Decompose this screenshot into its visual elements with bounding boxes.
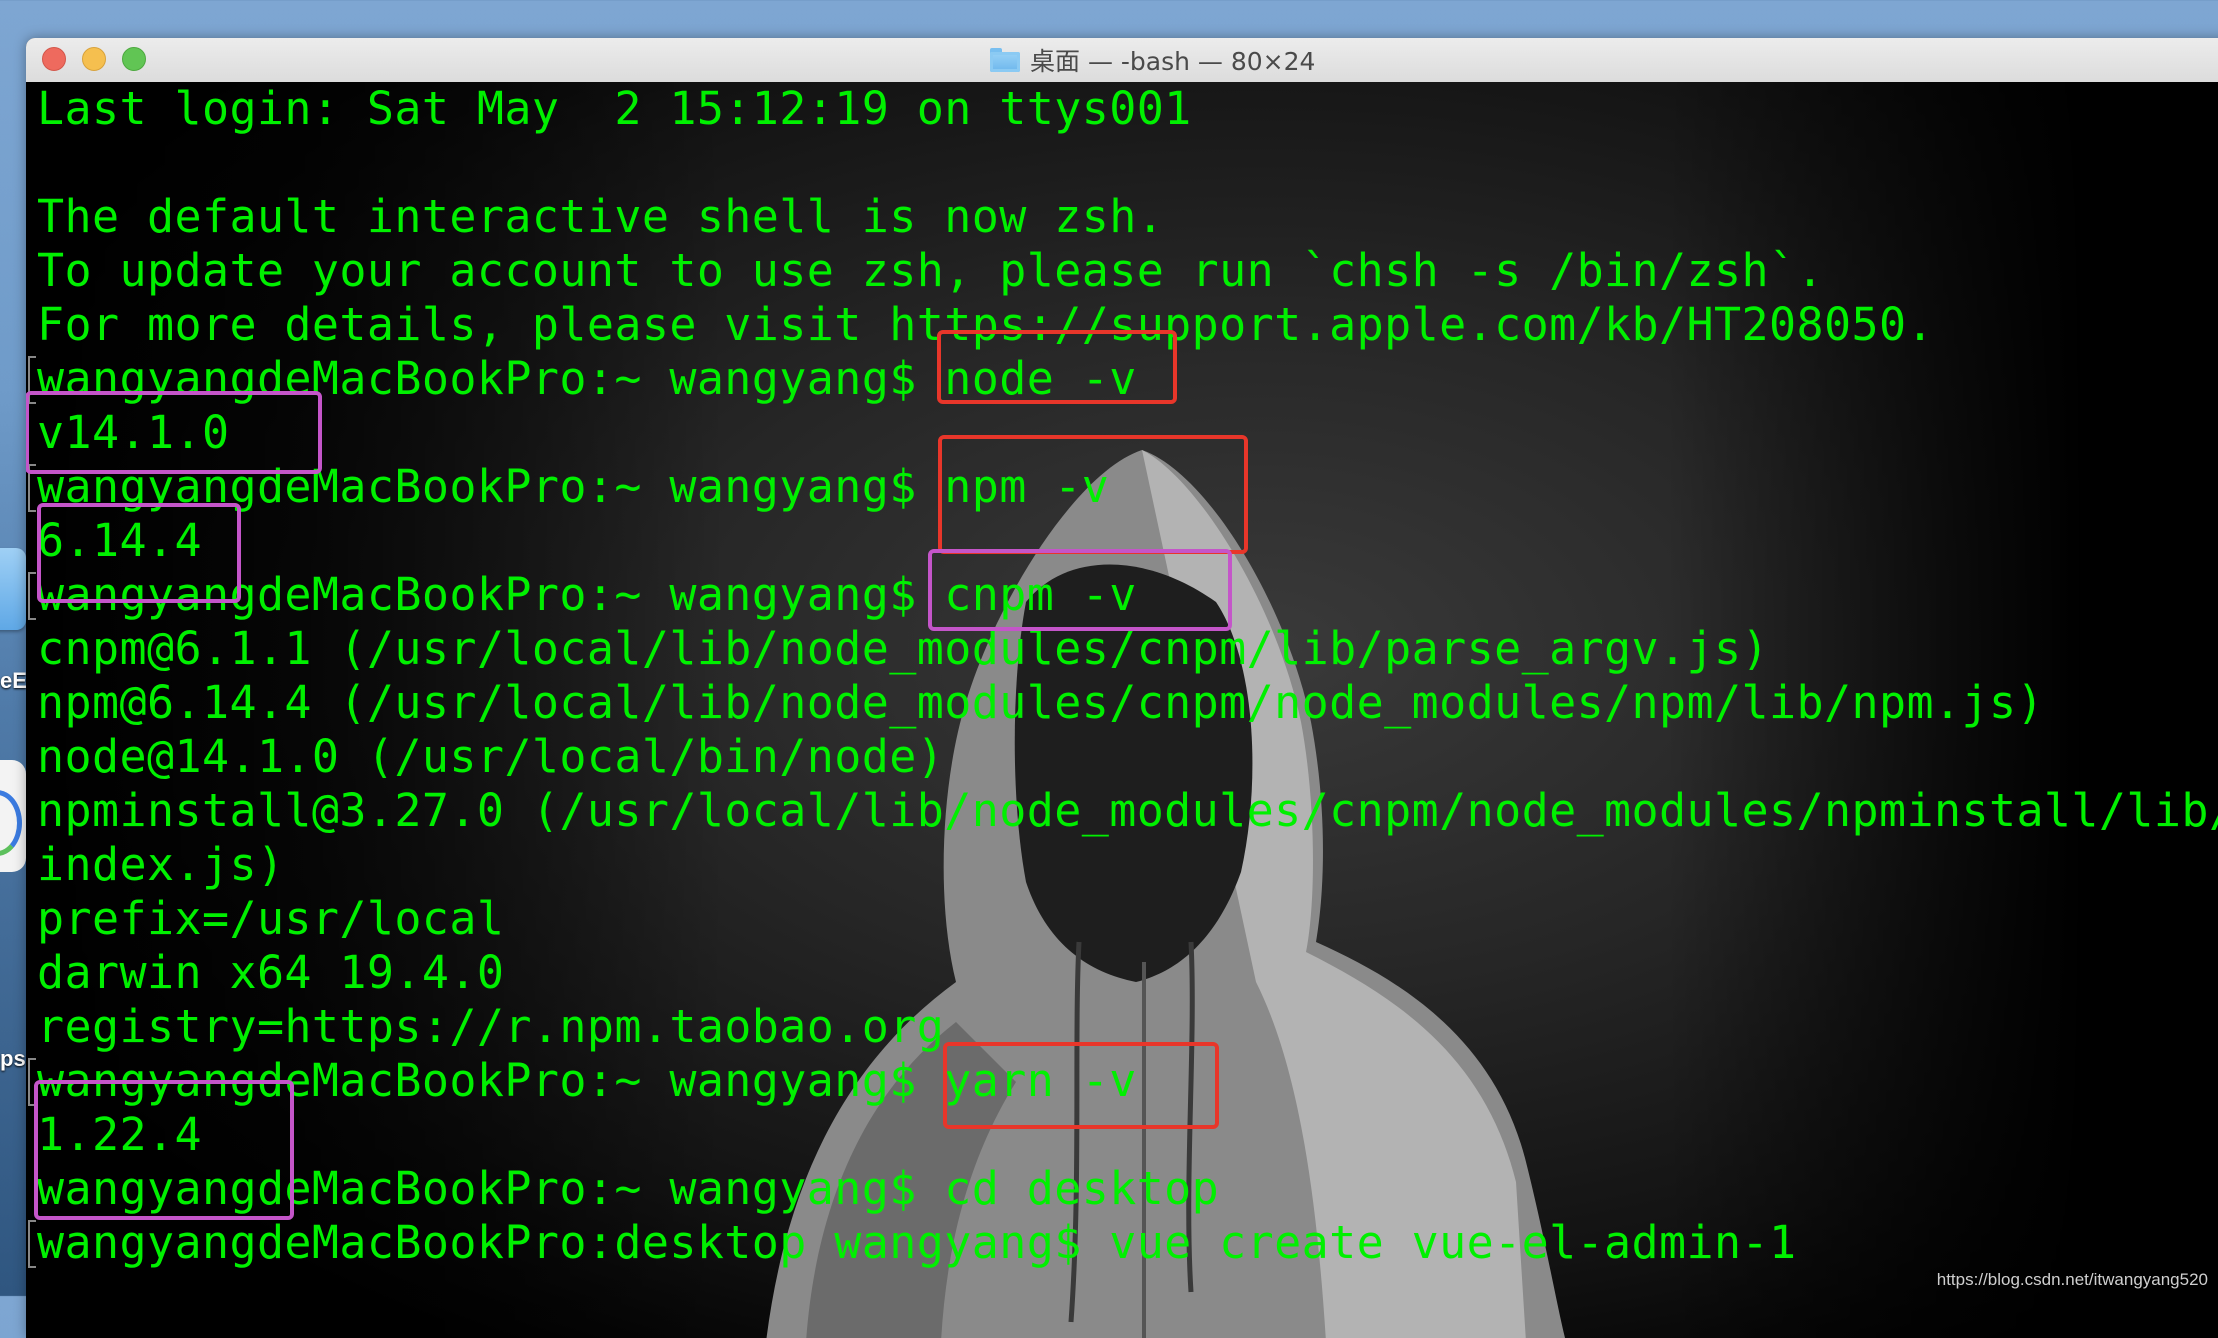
prompt-mark: [28, 572, 36, 620]
terminal-prompt-line: wangyangdeMacBookPro:desktop wangyang$ v…: [37, 1216, 1797, 1269]
annotation-box-yarn-command: [943, 1042, 1219, 1129]
desktop-folder-icon[interactable]: [0, 548, 26, 630]
desktop-app-icon[interactable]: [0, 760, 26, 872]
folder-icon: [990, 48, 1020, 72]
title-bar[interactable]: 桌面 — -bash — 80×24: [26, 38, 2218, 83]
terminal-line: npminstall@3.27.0 (/usr/local/lib/node_m…: [37, 784, 2218, 837]
window-title: 桌面 — -bash — 80×24: [990, 44, 1315, 76]
terminal-line: index.js): [37, 838, 285, 891]
terminal-line: prefix=/usr/local: [37, 892, 505, 945]
close-button[interactable]: [42, 47, 66, 71]
terminal-line: npm@6.14.4 (/usr/local/lib/node_modules/…: [37, 676, 2044, 729]
annotation-box-cnpm-command: [928, 549, 1232, 631]
prompt-mark: [28, 1220, 36, 1268]
zoom-button[interactable]: [122, 47, 146, 71]
terminal-line: The default interactive shell is now zsh…: [37, 190, 1165, 243]
terminal-window: 桌面 — -bash — 80×24 Last login: Sat May 2…: [26, 38, 2218, 1338]
annotation-box-yarn-version: [34, 1080, 294, 1220]
terminal-line: Last login: Sat May 2 15:12:19 on ttys00…: [37, 82, 1192, 135]
annotation-box-npm-version: [37, 503, 241, 603]
desktop-icon-label: eE: [0, 668, 27, 693]
terminal-line: node@14.1.0 (/usr/local/bin/node): [37, 730, 945, 783]
annotation-box-node-version: [26, 391, 322, 474]
annotation-box-npm-command: [938, 435, 1248, 554]
terminal-line: To update your account to use zsh, pleas…: [37, 244, 1824, 297]
window-title-text: 桌面 — -bash — 80×24: [1030, 47, 1316, 76]
terminal-prompt-line: wangyangdeMacBookPro:~ wangyang$ cd desk…: [37, 1162, 1220, 1215]
terminal-line: darwin x64 19.4.0: [37, 946, 505, 999]
annotation-box-node-command: [937, 330, 1177, 404]
terminal-content[interactable]: Last login: Sat May 2 15:12:19 on ttys00…: [26, 82, 2218, 1338]
watermark: https://blog.csdn.net/itwangyang520: [1936, 1270, 2208, 1289]
minimize-button[interactable]: [82, 47, 106, 71]
desktop-icon-label: ps: [0, 1046, 26, 1071]
